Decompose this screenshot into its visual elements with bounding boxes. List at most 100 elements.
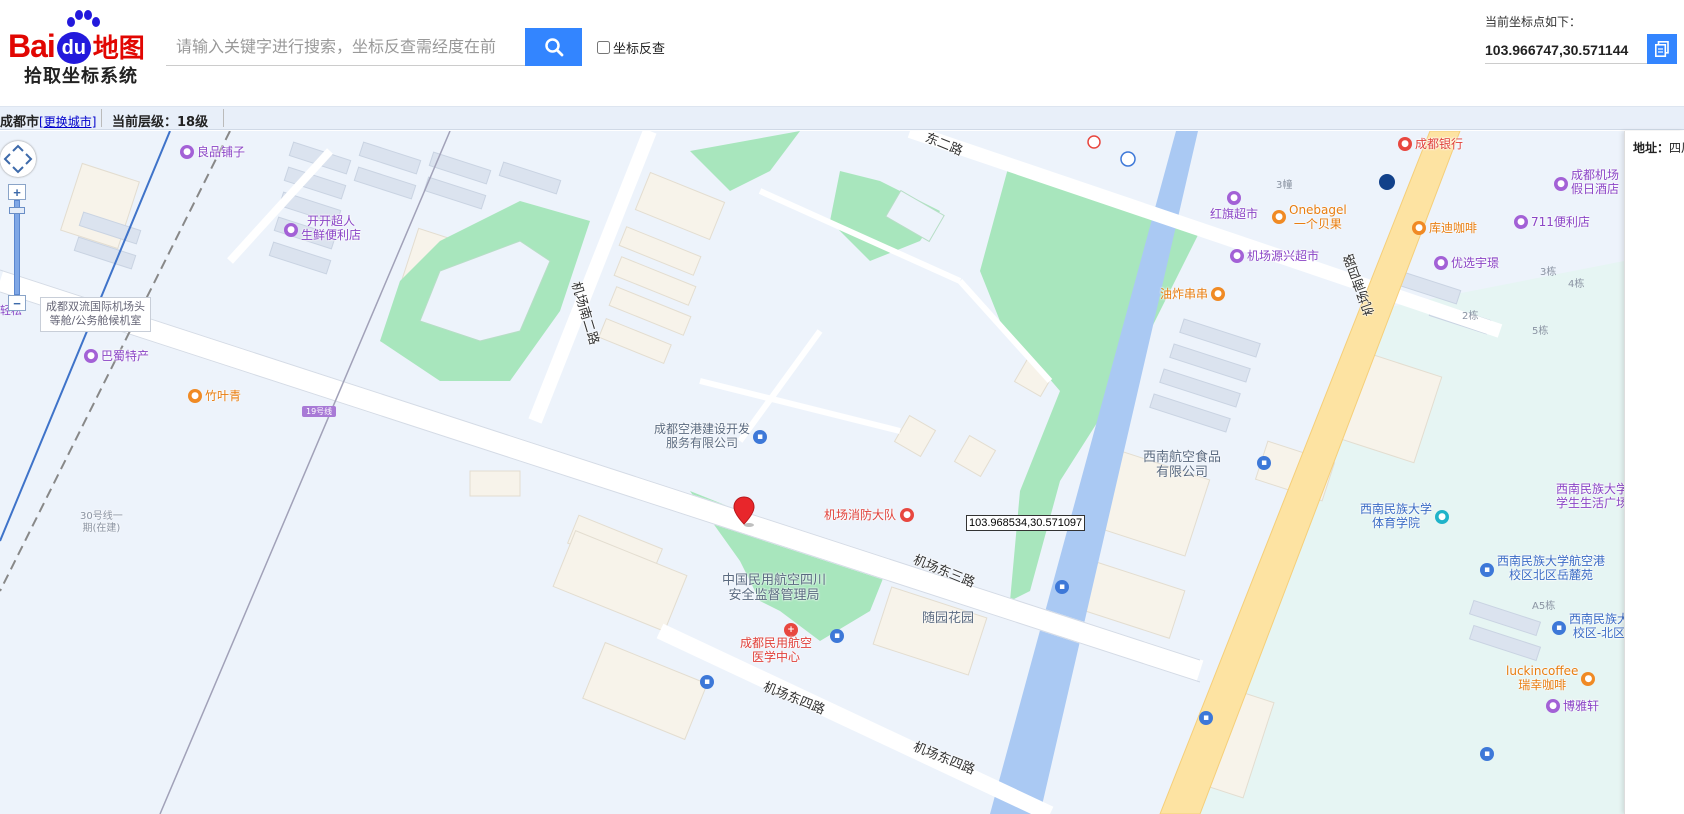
shop-icon: ● [284, 223, 298, 237]
poi-hongqi[interactable]: ● 红旗超市 [1210, 191, 1258, 222]
poi-sport-college[interactable]: 西南民族大学 体育学院 ● [1360, 502, 1450, 531]
poi-zhuyeqing[interactable]: ● 竹叶青 [188, 387, 241, 404]
divider [101, 109, 102, 127]
location-marker-icon[interactable] [733, 496, 755, 528]
building-icon: ▪ [1257, 456, 1271, 470]
poi-711[interactable]: ● 711便利店 [1514, 213, 1590, 230]
zoom-level-text: 当前层级：18级 [112, 115, 209, 130]
current-city: 成都市[更换城市] [0, 111, 96, 130]
building-label: 3栋 [1540, 267, 1557, 278]
shop-icon: ● [1434, 255, 1448, 270]
poi-marker[interactable]: ▪ [830, 629, 844, 643]
area-label-caac-sichuan: 中国民用航空四川 安全监督管理局 [722, 573, 827, 603]
poi-liangpin[interactable]: ● 良品铺子 [180, 143, 245, 160]
fire-station-icon: ● [900, 507, 915, 522]
poi-marker[interactable]: ▪ [700, 675, 714, 689]
area-label-swa-food: 西南航空食品 有限公司 [1143, 450, 1222, 480]
poi-marker[interactable]: ▪ [1199, 711, 1213, 725]
poi-chengdu-bank[interactable]: ● 成都银行 [1398, 135, 1463, 152]
shop-icon: ● [84, 348, 98, 363]
shop-icon: ● [1227, 191, 1241, 205]
poi-marker[interactable]: ▪ [1055, 580, 1069, 594]
zoom-out-button[interactable]: − [8, 295, 26, 311]
current-coord-field[interactable] [1485, 36, 1647, 64]
zoom-slider-track[interactable] [14, 200, 20, 295]
building-icon: ▪ [830, 629, 844, 643]
hospital-icon: + [784, 623, 798, 637]
building-icon: ▪ [1480, 747, 1494, 761]
status-bar: 成都市[更换城市] 当前层级：18级 [0, 106, 1684, 130]
coffee-icon: ● [1412, 220, 1426, 235]
pan-arrows-icon [3, 144, 33, 174]
food-icon: ● [1272, 210, 1286, 224]
building-icon: ▪ [1480, 563, 1494, 577]
airport-lounge-label: 成都双流国际机场头 等舱/公务舱候机室 [40, 297, 151, 332]
poi-fire-brigade[interactable]: 机场消防大队 ● [824, 506, 915, 523]
poi-yuelu[interactable]: ▪ 西南民族大学航空港 校区北区岳麓苑 [1480, 554, 1605, 583]
logo-wordmark: Bai du 地图 [8, 26, 145, 66]
current-coord-label: 当前坐标点如下： [1485, 15, 1582, 29]
building-label: 3幢 [1276, 180, 1293, 191]
poi-boyaxuan[interactable]: ● 博雅轩 [1546, 697, 1599, 714]
search-button[interactable] [525, 28, 582, 66]
system-title: 拾取坐标系统 [24, 66, 138, 87]
zoom-in-button[interactable]: + [8, 184, 26, 200]
poi-marker[interactable]: ▪ [1480, 747, 1494, 761]
reverse-lookup-label: 坐标反查 [613, 42, 666, 57]
building-icon: ▪ [753, 429, 768, 444]
shop-icon: ● [1514, 214, 1528, 229]
food-icon: ● [188, 388, 202, 403]
coordinate-tooltip: 103.968534,30.571097 [966, 515, 1086, 531]
coffee-icon: ● [1581, 671, 1596, 686]
school-icon: ● [1435, 509, 1450, 524]
copy-icon [1655, 41, 1669, 57]
divider [223, 109, 224, 127]
shop-icon: ● [180, 144, 194, 159]
address-text: 地址：四川 [1633, 139, 1684, 156]
bank-icon: ● [1398, 136, 1412, 151]
poi-marker[interactable]: ▪ [1257, 456, 1271, 470]
poi-onebagel[interactable]: ● Onebagel 一个贝果 [1272, 203, 1347, 232]
building-icon: ▪ [700, 675, 714, 689]
baidu-map-logo[interactable]: Bai du 地图 拾取坐标系统 [8, 10, 148, 90]
poi-holiday-inn[interactable]: ● 成都机场 假日酒店 [1554, 168, 1619, 197]
building-icon: ▪ [1055, 580, 1069, 594]
change-city-link[interactable]: [更换城市] [39, 115, 96, 129]
search-input[interactable] [166, 28, 526, 66]
poi-student-plaza[interactable]: 西南民族大学 学生生活广场 [1556, 482, 1624, 511]
reverse-lookup-checkbox[interactable] [597, 41, 610, 54]
building-label: 2栋 [1462, 311, 1479, 322]
poi-north-campus[interactable]: ▪ 西南民族大 校区-北区 [1552, 612, 1624, 641]
logo-bai: Bai [8, 27, 56, 64]
poi-konggang[interactable]: 成都空港建设开发 服务有限公司 ▪ [654, 422, 768, 451]
building-label: 5栋 [1532, 326, 1549, 337]
area-label-suiyuan: 随园花园 [922, 611, 975, 626]
poi-medical-center[interactable]: + 成都民用航空 医学中心 [740, 623, 812, 665]
metro-line-30-label: 30号线一 期(在建) [80, 511, 123, 534]
header: Bai du 地图 拾取坐标系统 坐标反查 当前坐标点如下： [0, 0, 1684, 104]
shop-icon: ● [1546, 698, 1560, 713]
pan-control[interactable] [0, 141, 36, 177]
poi-kudi[interactable]: ● 库迪咖啡 [1412, 219, 1477, 236]
logo-ditu: 地图 [92, 33, 145, 64]
building-icon: ▪ [1199, 711, 1213, 725]
shop-icon: ● [1230, 248, 1244, 263]
building-icon: ▪ [1552, 621, 1566, 635]
building-label: A5栋 [1532, 601, 1556, 612]
food-icon: ● [1211, 286, 1226, 301]
poi-bashu[interactable]: ● 巴蜀特产 [84, 347, 149, 364]
poi-kaikai[interactable]: ● 开开超人 生鲜便利店 [284, 214, 361, 243]
poi-youzha[interactable]: 油炸串串 ● [1160, 285, 1226, 302]
search-icon [544, 38, 563, 57]
poi-yuanxing[interactable]: ● 机场源兴超市 [1230, 247, 1319, 264]
metro-line-19-tag: 19号线 [302, 406, 337, 417]
building-label: 4栋 [1568, 279, 1585, 290]
poi-youxuan[interactable]: ● 优选宇璟 [1434, 254, 1499, 271]
copy-button[interactable] [1647, 34, 1677, 64]
hotel-icon: ● [1554, 177, 1568, 191]
poi-luckin[interactable]: luckincoffee 瑞幸咖啡 ● [1506, 664, 1596, 693]
address-label: 地址： [1633, 141, 1670, 155]
reverse-lookup-toggle[interactable]: 坐标反查 [597, 38, 665, 57]
zoom-slider-handle[interactable] [9, 207, 25, 214]
map-canvas[interactable]: ● 良品铺子 ● 开开超人 生鲜便利店 ● 巴蜀特产 ● 竹叶青 成都空港建设开发… [0, 131, 1624, 814]
